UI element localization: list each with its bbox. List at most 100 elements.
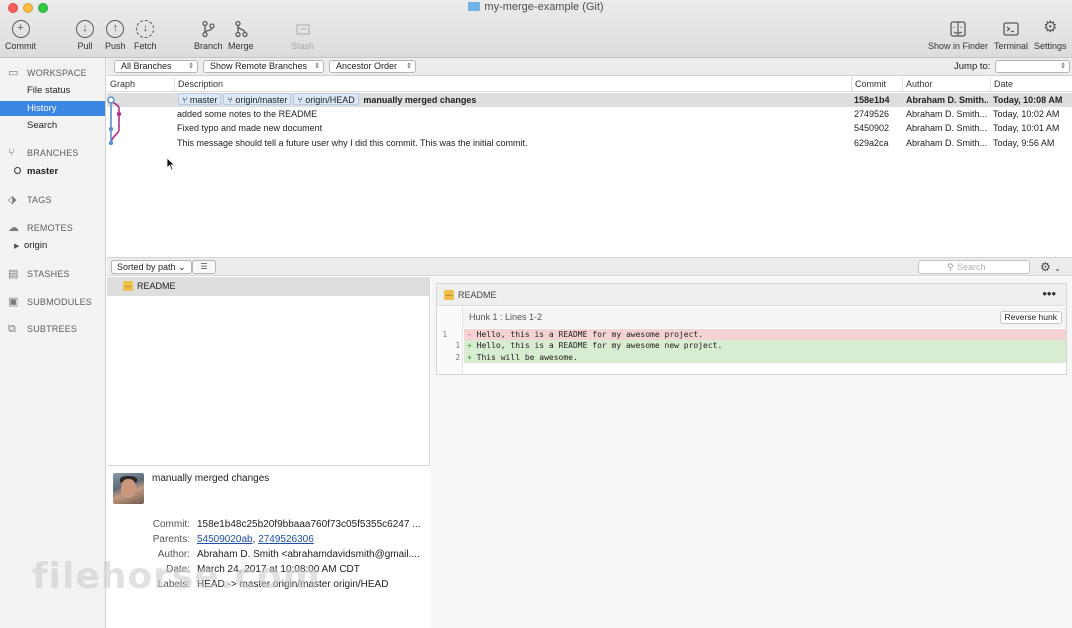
stash-button[interactable]: Stash: [291, 20, 314, 51]
graph-node[interactable]: [116, 111, 122, 117]
date-cell: Today, 10:01 AM: [993, 123, 1060, 133]
commit-hash: 158e1b48c25b20f9bbaaa760f73c05f5355c6247…: [197, 519, 421, 530]
date-cell: Today, 9:56 AM: [993, 138, 1055, 148]
stashes-header[interactable]: ▤ STASHES: [8, 267, 70, 280]
column-divider: [174, 77, 175, 92]
commit-message: manually merged changes: [152, 473, 270, 484]
branch-filter-dropdown[interactable]: All Branches ⇕: [114, 60, 198, 73]
subtree-icon: ⧉: [8, 323, 17, 335]
file-options-gear-icon[interactable]: ⚙ ⌄: [1040, 260, 1061, 276]
sidebar-item-origin[interactable]: ▶ origin: [14, 240, 47, 251]
author-column-header[interactable]: Author: [906, 79, 933, 89]
jump-to-label: Jump to:: [954, 61, 991, 72]
table-row[interactable]: ⑂ master ⑂ origin/master ⑂ origin/HEAD man…: [107, 93, 1072, 107]
sidebar-item-history[interactable]: History: [0, 101, 105, 116]
remotes-header[interactable]: ☁ REMOTES: [8, 221, 73, 234]
graph-column-header[interactable]: Graph: [110, 79, 135, 89]
file-search-input[interactable]: ⚲ Search: [918, 260, 1030, 274]
chevron-updown-icon: ⇕: [1060, 63, 1066, 70]
sidebar-item-search[interactable]: Search: [0, 118, 105, 133]
branches-header[interactable]: ⑂ BRANCHES: [8, 147, 79, 159]
graph-line-merge: [110, 99, 120, 145]
graph-node[interactable]: [107, 96, 115, 104]
file-list-toolbar: Sorted by path ⌄ ☰ ⚲ Search ⚙ ⌄: [107, 257, 1072, 276]
jump-to-dropdown[interactable]: ⇕: [995, 60, 1070, 73]
arrow-up-icon: ↑: [106, 20, 125, 38]
diff-file-header: … README •••: [437, 284, 1066, 306]
parent-link[interactable]: 2749526306: [258, 534, 314, 545]
gear-icon: ⚙: [1043, 19, 1058, 36]
chevron-down-icon: ⌄: [178, 262, 186, 272]
stash-icon: ▤: [8, 268, 19, 280]
table-row[interactable]: This message should tell a future user w…: [107, 136, 1072, 150]
commit-message: manually merged changes: [363, 95, 477, 105]
more-options-icon[interactable]: •••: [1042, 284, 1056, 304]
author-cell: Abraham D. Smith...: [906, 95, 988, 105]
commit-hash-cell: 158e1b4: [854, 95, 890, 105]
sidebar-item-file-status[interactable]: File status: [0, 83, 105, 98]
pull-button[interactable]: ↓ Pull: [76, 20, 94, 51]
terminal-button[interactable]: Terminal: [994, 20, 1028, 51]
date-cell: Today, 10:08 AM: [993, 95, 1063, 105]
list-item[interactable]: … README: [107, 277, 429, 296]
date-column-header[interactable]: Date: [994, 79, 1013, 89]
diff-line-deleted: 1 - Hello, this is a README for my aweso…: [437, 328, 1066, 340]
toolbar: my-merge-example (Git) + Commit ↓ Pull ↑ Pu…: [0, 0, 1072, 58]
list-view-button[interactable]: ☰: [192, 260, 216, 274]
merge-icon: [232, 20, 250, 38]
workspace-header[interactable]: ▭ WORKSPACE: [8, 66, 87, 79]
parents-value: 54509020ab, 2749526306: [197, 534, 314, 545]
commit-order-dropdown[interactable]: Ancestor Order ⇕: [329, 60, 416, 73]
branch-icon: ⑂: [8, 147, 15, 159]
column-divider: [851, 77, 852, 92]
commit-graph: [107, 96, 122, 146]
author-cell: Abraham D. Smith...: [906, 123, 988, 133]
chevron-updown-icon: ⇕: [406, 63, 412, 70]
description-column-header[interactable]: Description: [178, 79, 223, 89]
parents-label: Parents:: [152, 534, 190, 545]
table-row[interactable]: Fixed typo and made new document 5450902…: [107, 121, 1072, 135]
modified-file-icon: …: [444, 290, 454, 300]
graph-node[interactable]: [108, 126, 114, 132]
modified-file-icon: …: [123, 281, 133, 291]
subtrees-header[interactable]: ⧉ SUBTREES: [8, 323, 77, 336]
chevron-updown-icon: ⇕: [314, 63, 320, 70]
description-cell: added some notes to the README: [177, 109, 318, 119]
branch-button[interactable]: Branch: [194, 20, 223, 51]
sort-dropdown[interactable]: Sorted by path ⌄: [111, 260, 192, 274]
commit-button[interactable]: + Commit: [5, 20, 36, 51]
reverse-hunk-button[interactable]: Reverse hunk: [999, 311, 1062, 324]
cloud-icon: ☁: [8, 222, 20, 234]
fetch-button[interactable]: ↓ Fetch: [134, 20, 157, 51]
push-button[interactable]: ↑ Push: [105, 20, 126, 51]
remote-branches-dropdown[interactable]: Show Remote Branches ⇕: [203, 60, 324, 73]
branch-ref-badge: ⑂ master: [178, 93, 222, 105]
description-cell: Fixed typo and made new document: [177, 123, 323, 133]
diff-line-added: 1 + Hello, this is a README for my aweso…: [437, 340, 1066, 352]
window-title: my-merge-example (Git): [0, 1, 1072, 13]
submodules-header[interactable]: ▣ SUBMODULES: [8, 295, 92, 308]
search-icon: ⚲: [947, 262, 954, 272]
parent-link[interactable]: 54509020ab: [197, 534, 253, 545]
diff-pane: … README ••• Hunk 1 : Lines 1-2 Reverse …: [431, 277, 1072, 628]
commit-column-header[interactable]: Commit: [855, 79, 886, 89]
chevron-updown-icon: ⇕: [188, 63, 194, 70]
merge-button[interactable]: Merge: [228, 20, 254, 51]
settings-button[interactable]: ⚙ Settings: [1034, 19, 1067, 52]
remote-ref-badge: ⑂ origin/master: [223, 93, 292, 105]
sidebar-item-master[interactable]: master: [14, 166, 58, 177]
submodule-icon: ▣: [8, 296, 19, 308]
graph-node[interactable]: [108, 140, 114, 146]
finder-icon: [949, 20, 967, 38]
column-divider: [990, 77, 991, 92]
show-in-finder-button[interactable]: Show in Finder: [928, 20, 988, 51]
folder-icon: [468, 2, 481, 11]
disclosure-triangle-icon[interactable]: ▶: [14, 242, 24, 250]
mouse-cursor-icon: [166, 157, 176, 171]
author-cell: Abraham D. Smith...: [906, 138, 988, 148]
table-row[interactable]: added some notes to the README 2749526 A…: [107, 107, 1072, 121]
fetch-icon: ↓: [136, 20, 155, 38]
file-diff-card: … README ••• Hunk 1 : Lines 1-2 Reverse …: [436, 283, 1067, 375]
remote-ref-badge: ⑂ origin/HEAD: [293, 93, 359, 105]
tags-header[interactable]: ⬗ TAGS: [8, 193, 52, 206]
